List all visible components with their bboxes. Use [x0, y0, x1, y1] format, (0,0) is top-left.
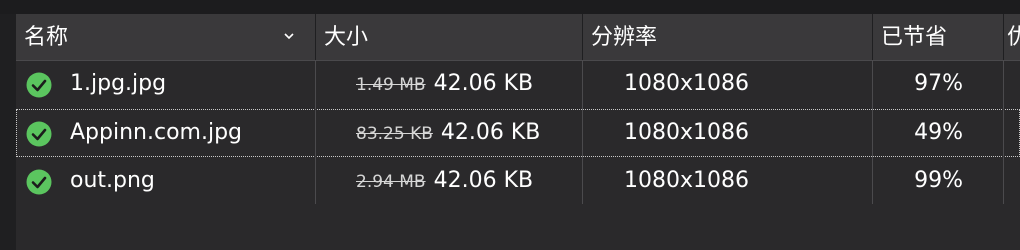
saved-percent: 49% — [914, 120, 963, 145]
column-divider — [1003, 60, 1004, 204]
column-header-size[interactable]: 大小 — [316, 14, 582, 60]
compressed-size: 42.06 KB — [440, 120, 541, 145]
check-circle-icon — [26, 121, 52, 147]
file-name: 1.jpg.jpg — [70, 71, 167, 96]
column-header-name-label: 名称 — [24, 25, 69, 50]
original-size: 83.25 KB — [356, 124, 433, 144]
file-size: 1.49 MB 42.06 KB — [356, 60, 582, 108]
file-row[interactable]: 1.jpg.jpg 1.49 MB 42.06 KB 1080x1086 97% — [16, 60, 1020, 108]
file-row[interactable]: Appinn.com.jpg 83.25 KB 42.06 KB 1080x108… — [16, 109, 1020, 157]
list-header: 名称 大小 分辨率 已节省 优 — [16, 14, 1020, 61]
original-size: 1.49 MB — [356, 75, 426, 95]
file-size: 2.94 MB 42.06 KB — [356, 157, 582, 205]
column-header-saved-label: 已节省 — [881, 25, 948, 50]
check-circle-icon — [26, 169, 52, 195]
resolution: 1080x1086 — [624, 168, 749, 193]
file-name: out.png — [70, 168, 155, 193]
column-header-resolution-label: 分辨率 — [591, 25, 658, 50]
resolution: 1080x1086 — [624, 120, 749, 145]
column-header-extra-label: 优 — [1007, 25, 1020, 50]
window-top-strip — [0, 0, 1020, 14]
column-divider — [872, 60, 873, 204]
column-header-resolution[interactable]: 分辨率 — [583, 14, 871, 60]
sort-descending-icon[interactable] — [284, 31, 294, 41]
column-divider — [315, 60, 316, 204]
column-header-saved[interactable]: 已节省 — [873, 14, 1003, 60]
resolution: 1080x1086 — [624, 71, 749, 96]
compressed-size: 42.06 KB — [433, 168, 534, 193]
saved-percent: 99% — [914, 168, 963, 193]
column-header-name[interactable]: 名称 — [16, 14, 314, 60]
saved-percent: 97% — [914, 71, 963, 96]
file-list-panel: 名称 大小 分辨率 已节省 优 1.jpg.jpg 1.49 MB 42.06 K… — [16, 14, 1020, 250]
file-size: 83.25 KB 42.06 KB — [356, 109, 582, 157]
column-header-extra[interactable]: 优 — [1004, 14, 1020, 60]
column-divider — [582, 60, 583, 204]
file-row[interactable]: out.png 2.94 MB 42.06 KB 1080x1086 99% — [16, 157, 1020, 205]
compressed-size: 42.06 KB — [433, 71, 534, 96]
file-name: Appinn.com.jpg — [70, 120, 242, 145]
original-size: 2.94 MB — [356, 172, 426, 192]
column-header-size-label: 大小 — [324, 25, 369, 50]
check-circle-icon — [26, 72, 52, 98]
